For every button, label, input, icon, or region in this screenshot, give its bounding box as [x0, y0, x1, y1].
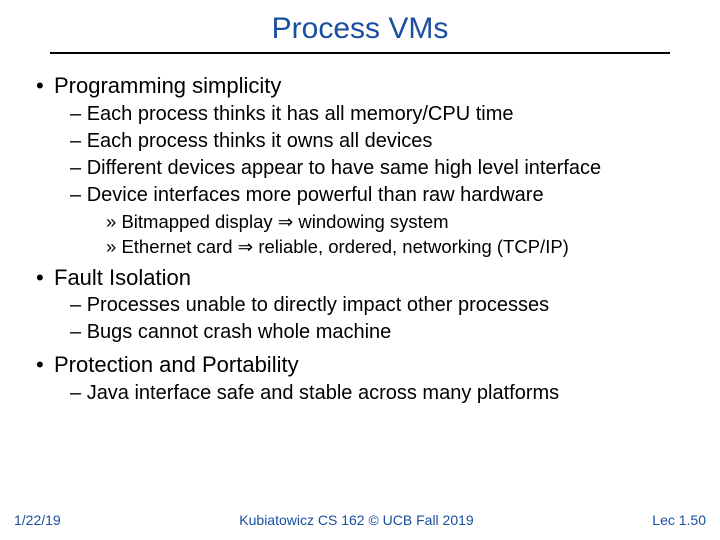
subbullet-text: Different devices appear to have same hi… [87, 157, 601, 179]
slide: Process VMs •Programming simplicity – Ea… [0, 0, 720, 540]
subbullet-text: Java interface safe and stable across ma… [87, 382, 559, 404]
subsubbullet: » Bitmapped display ⇒ windowing system [106, 210, 692, 233]
subbullet: – Each process thinks it owns all device… [70, 129, 692, 154]
subsub-text-a: Bitmapped display [121, 211, 272, 232]
subsubbullet: » Ethernet card ⇒ reliable, ordered, net… [106, 235, 692, 258]
subsub-text-a: Ethernet card [121, 236, 232, 257]
footer-attribution: Kubiatowicz CS 162 © UCB Fall 2019 [61, 512, 653, 528]
slide-body: •Programming simplicity – Each process t… [28, 72, 692, 406]
subbullet-text: Processes unable to directly impact othe… [87, 294, 549, 316]
subbullet-text: Device interfaces more powerful than raw… [87, 184, 544, 206]
bullet-text: Protection and Portability [54, 352, 299, 377]
slide-title: Process VMs [28, 12, 692, 52]
footer-page: Lec 1.50 [652, 512, 706, 528]
subbullet-text: Bugs cannot crash whole machine [87, 321, 392, 343]
subbullet: – Device interfaces more powerful than r… [70, 183, 692, 208]
subbullet: – Different devices appear to have same … [70, 156, 692, 181]
subbullet: – Processes unable to directly impact ot… [70, 293, 692, 318]
bullet-fault-isolation: •Fault Isolation [28, 264, 692, 292]
subsub-text-b: reliable, ordered, networking (TCP/IP) [258, 236, 569, 257]
bullet-protection-portability: •Protection and Portability [28, 351, 692, 379]
footer-date: 1/22/19 [14, 512, 61, 528]
subbullet: – Java interface safe and stable across … [70, 381, 692, 406]
implies-icon: ⇒ [238, 236, 254, 257]
subbullet: – Bugs cannot crash whole machine [70, 320, 692, 345]
subsub-text-b: windowing system [298, 211, 448, 232]
subbullet: – Each process thinks it has all memory/… [70, 102, 692, 127]
bullet-text: Programming simplicity [54, 73, 281, 98]
implies-icon: ⇒ [278, 211, 294, 232]
bullet-text: Fault Isolation [54, 265, 191, 290]
bullet-programming-simplicity: •Programming simplicity [28, 72, 692, 100]
title-underline [50, 52, 670, 54]
subbullet-text: Each process thinks it owns all devices [87, 130, 433, 152]
subbullet-text: Each process thinks it has all memory/CP… [87, 103, 514, 125]
slide-footer: 1/22/19 Kubiatowicz CS 162 © UCB Fall 20… [0, 512, 720, 528]
